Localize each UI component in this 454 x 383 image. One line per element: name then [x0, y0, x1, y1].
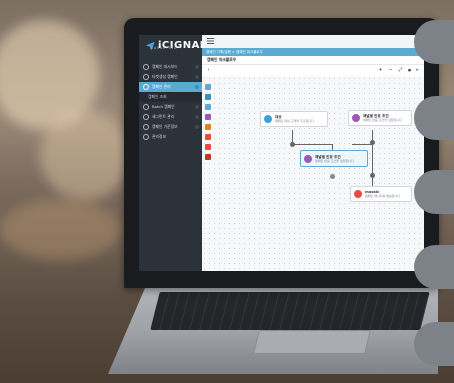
sidebar-item-label: 캠페인 기준정보 — [152, 124, 178, 129]
sidebar-item-label: 캠페인 조회 — [148, 94, 167, 99]
workflow-canvas[interactable]: 대상 캠페인 대상 고객을 추출합니다 채널별 반응 조건 캠페인 반응 조건을… — [202, 76, 424, 271]
palette-tool-icon[interactable] — [205, 114, 211, 120]
segment-icon — [143, 114, 149, 120]
palette-tool-icon[interactable] — [205, 124, 211, 130]
zoom-in-button[interactable]: + — [378, 68, 383, 73]
hamburger-menu-icon[interactable] — [207, 38, 214, 44]
sidebar-item-campaign-manage[interactable]: 캠페인 관리 — [139, 82, 202, 92]
breadcrumb: 캠페인 기획/실행 > 캠페인 워크플로우 — [202, 48, 424, 56]
bokeh-light — [0, 200, 120, 260]
palette-tool-icon[interactable] — [205, 84, 211, 90]
expand-icon — [195, 65, 199, 69]
workflow-node-condition-selected[interactable]: 채널별 반응 조건 캠페인 반응 조건을 설정합니다 — [300, 150, 368, 167]
decorative-pill — [414, 96, 454, 140]
palette-tool-icon[interactable] — [205, 94, 211, 100]
node-description: 캠페인 반응 조건을 설정합니다 — [363, 118, 402, 122]
lock-button[interactable]: ■ — [407, 68, 412, 73]
connector-line — [372, 130, 373, 176]
sidebar-item-label: 캠페인 대시보드 — [152, 64, 178, 69]
dashboard-icon — [143, 64, 149, 70]
condition-node-icon — [352, 114, 360, 122]
sidebar-item-target-campaign[interactable]: 타겟생성 캠페인 — [139, 72, 202, 82]
decorative-pill — [414, 170, 454, 214]
sidebar-item-label: 타겟생성 캠페인 — [152, 74, 178, 79]
app-screen: iCIGNAL MARKETING 캠페인 대시보드 타겟생성 캠페인 캠페인 … — [139, 35, 424, 271]
bokeh-light — [40, 110, 130, 200]
fit-screen-button[interactable]: ⤢ — [398, 68, 403, 73]
target-node-icon — [264, 115, 272, 123]
sidebar-item-label: Batch 캠페인 — [152, 104, 175, 109]
decorative-pill — [414, 20, 454, 64]
node-description: 캠페인 대상 고객을 추출합니다 — [275, 119, 314, 123]
decorative-pill — [414, 245, 454, 289]
top-bar — [202, 35, 424, 49]
logo-subtitle: MARKETING — [150, 46, 178, 50]
connector-line — [292, 144, 332, 145]
batch-icon — [143, 104, 149, 110]
page-title: 캠페인 워크플로우 — [202, 56, 424, 64]
decorative-pill — [414, 322, 454, 366]
sidebar-item-dashboard[interactable]: 캠페인 대시보드 — [139, 62, 202, 72]
node-palette — [205, 84, 212, 164]
node-description: 캠페인 메시지를 발송합니다 — [365, 194, 401, 198]
sidebar-subitem-campaign-search[interactable]: 캠페인 조회 — [139, 92, 202, 102]
connector-node-icon[interactable] — [290, 142, 295, 147]
admin-icon — [143, 134, 149, 140]
sidebar-item-admin[interactable]: 관리정보 — [139, 132, 202, 142]
campaign-icon — [143, 84, 149, 90]
sidebar-menu: 캠페인 대시보드 타겟생성 캠페인 캠페인 관리 캠페인 조회 Batch 캠페… — [139, 62, 202, 142]
zoom-out-button[interactable]: − — [388, 68, 393, 73]
sidebar-item-label: 캠페인 관리 — [152, 84, 171, 89]
trackpad — [253, 330, 371, 354]
connector-node-icon[interactable] — [370, 173, 375, 178]
criteria-icon — [143, 124, 149, 130]
connector-node-icon[interactable] — [330, 174, 335, 179]
sidebar-item-label: 관리정보 — [152, 134, 166, 139]
expand-icon — [195, 125, 199, 129]
palette-tool-icon[interactable] — [205, 134, 211, 140]
laptop-photo: iCIGNAL MARKETING 캠페인 대시보드 타겟생성 캠페인 캠페인 … — [0, 0, 454, 383]
condition-node-icon — [304, 154, 312, 163]
keyboard — [150, 292, 430, 330]
connector-node-icon[interactable] — [370, 140, 375, 145]
sidebar-item-batch-campaign[interactable]: Batch 캠페인 — [139, 102, 202, 112]
node-description: 캠페인 반응 조건을 설정합니다 — [315, 158, 354, 163]
workflow-node-message[interactable]: mosaic 캠페인 메시지를 발송합니다 — [350, 186, 412, 202]
palette-tool-icon[interactable] — [205, 104, 211, 110]
workflow-node-target[interactable]: 대상 캠페인 대상 고객을 추출합니다 — [260, 111, 328, 127]
palette-tool-icon[interactable] — [205, 144, 211, 150]
expand-icon — [195, 85, 199, 89]
sidebar: iCIGNAL MARKETING 캠페인 대시보드 타겟생성 캠페인 캠페인 … — [139, 35, 206, 271]
message-node-icon — [354, 190, 362, 198]
expand-icon — [195, 115, 199, 119]
sidebar-item-label: 세그먼트 관리 — [152, 114, 175, 119]
sidebar-item-segment[interactable]: 세그먼트 관리 — [139, 112, 202, 122]
target-icon — [143, 74, 149, 80]
expand-icon — [195, 105, 199, 109]
collapse-panel-button[interactable]: › — [206, 68, 211, 73]
palette-tool-icon[interactable] — [205, 154, 211, 160]
workflow-node-condition[interactable]: 채널별 반응 조건 캠페인 반응 조건을 설정합니다 — [348, 110, 412, 126]
connector-line — [352, 144, 372, 145]
expand-icon — [195, 75, 199, 79]
sidebar-item-campaign-criteria[interactable]: 캠페인 기준정보 — [139, 122, 202, 132]
pointer-tool-button[interactable]: ▸ — [415, 68, 420, 73]
